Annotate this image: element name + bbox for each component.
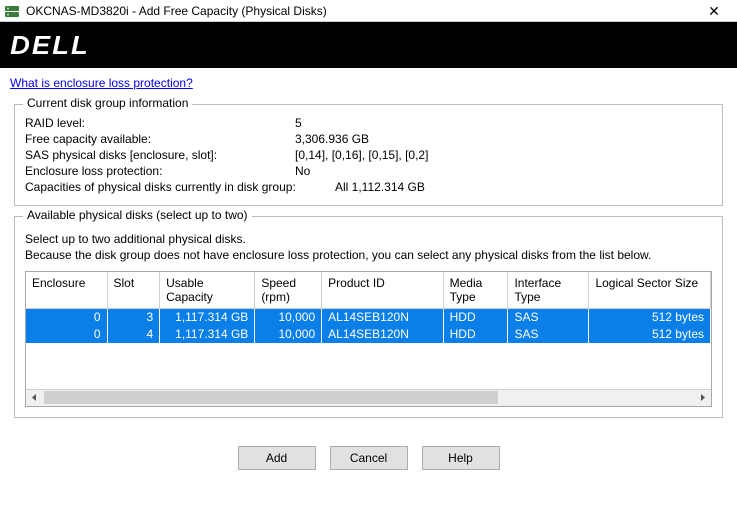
scroll-track[interactable] [44, 390, 693, 405]
add-button[interactable]: Add [238, 446, 316, 470]
cell-iface: SAS [508, 326, 589, 343]
cell-enclosure: 0 [26, 309, 107, 326]
info-label: Enclosure loss protection: [25, 163, 295, 179]
info-label: Capacities of physical disks currently i… [25, 179, 335, 195]
info-row-free-capacity: Free capacity available: 3,306.936 GB [25, 131, 712, 147]
cell-media: HDD [443, 326, 508, 343]
cell-product: AL14SEB120N [322, 309, 444, 326]
info-value: 3,306.936 GB [295, 131, 369, 147]
info-value: All 1,112.314 GB [335, 179, 425, 195]
info-value: 5 [295, 115, 302, 131]
brand-bar: DELL [0, 22, 737, 68]
close-button[interactable]: ✕ [697, 4, 731, 18]
scroll-right-icon[interactable] [694, 389, 711, 406]
col-product-id[interactable]: Product ID [322, 272, 444, 309]
cell-speed: 10,000 [255, 309, 322, 326]
table-header-row: Enclosure Slot Usable Capacity Speed (rp… [26, 272, 711, 309]
cell-enclosure: 0 [26, 326, 107, 343]
cell-product: AL14SEB120N [322, 326, 444, 343]
cell-iface: SAS [508, 309, 589, 326]
info-legend: Current disk group information [23, 96, 192, 110]
title-bar: OKCNAS-MD3820i - Add Free Capacity (Phys… [0, 0, 737, 22]
available-legend: Available physical disks (select up to t… [23, 208, 252, 222]
col-media-type[interactable]: Media Type [443, 272, 508, 309]
col-enclosure[interactable]: Enclosure [26, 272, 107, 309]
cell-capacity: 1,117.314 GB [160, 309, 255, 326]
current-disk-group-info: Current disk group information RAID leve… [14, 104, 723, 206]
col-slot[interactable]: Slot [107, 272, 160, 309]
info-row-enclosure-loss: Enclosure loss protection: No [25, 163, 712, 179]
info-value: [0,14], [0,16], [0,15], [0,2] [295, 147, 428, 163]
scroll-left-icon[interactable] [26, 389, 43, 406]
help-link-enclosure-loss[interactable]: What is enclosure loss protection? [10, 76, 193, 90]
info-label: SAS physical disks [enclosure, slot]: [25, 147, 295, 163]
info-row-sas-disks: SAS physical disks [enclosure, slot]: [0… [25, 147, 712, 163]
table-row[interactable]: 0 4 1,117.314 GB 10,000 AL14SEB120N HDD … [26, 326, 711, 343]
info-row-raid: RAID level: 5 [25, 115, 712, 131]
cell-speed: 10,000 [255, 326, 322, 343]
cell-slot: 4 [107, 326, 160, 343]
table-row[interactable]: 0 3 1,117.314 GB 10,000 AL14SEB120N HDD … [26, 309, 711, 326]
cell-media: HDD [443, 309, 508, 326]
horizontal-scrollbar[interactable] [26, 389, 711, 406]
cell-sector: 512 bytes [589, 326, 711, 343]
info-label: RAID level: [25, 115, 295, 131]
col-speed[interactable]: Speed (rpm) [255, 272, 322, 309]
instruction-line-2: Because the disk group does not have enc… [25, 248, 651, 262]
cell-sector: 512 bytes [589, 309, 711, 326]
instruction-line-1: Select up to two additional physical dis… [25, 232, 246, 246]
button-row: Add Cancel Help [12, 428, 725, 476]
col-iface-type[interactable]: Interface Type [508, 272, 589, 309]
info-label: Free capacity available: [25, 131, 295, 147]
col-sector-size[interactable]: Logical Sector Size [589, 272, 711, 309]
info-value: No [295, 163, 310, 179]
cell-capacity: 1,117.314 GB [160, 326, 255, 343]
scroll-thumb[interactable] [44, 391, 498, 404]
cancel-button[interactable]: Cancel [330, 446, 408, 470]
disks-table[interactable]: Enclosure Slot Usable Capacity Speed (rp… [25, 271, 712, 407]
window-title: OKCNAS-MD3820i - Add Free Capacity (Phys… [26, 4, 697, 18]
cell-slot: 3 [107, 309, 160, 326]
dell-logo: DELL [10, 30, 90, 61]
app-icon [4, 3, 20, 19]
table-empty-space [26, 343, 711, 389]
dialog-content: What is enclosure loss protection? Curre… [0, 68, 737, 488]
available-disks-group: Available physical disks (select up to t… [14, 216, 723, 418]
col-capacity[interactable]: Usable Capacity [160, 272, 255, 309]
instructions: Select up to two additional physical dis… [25, 231, 712, 263]
help-button[interactable]: Help [422, 446, 500, 470]
info-row-capacities: Capacities of physical disks currently i… [25, 179, 712, 195]
